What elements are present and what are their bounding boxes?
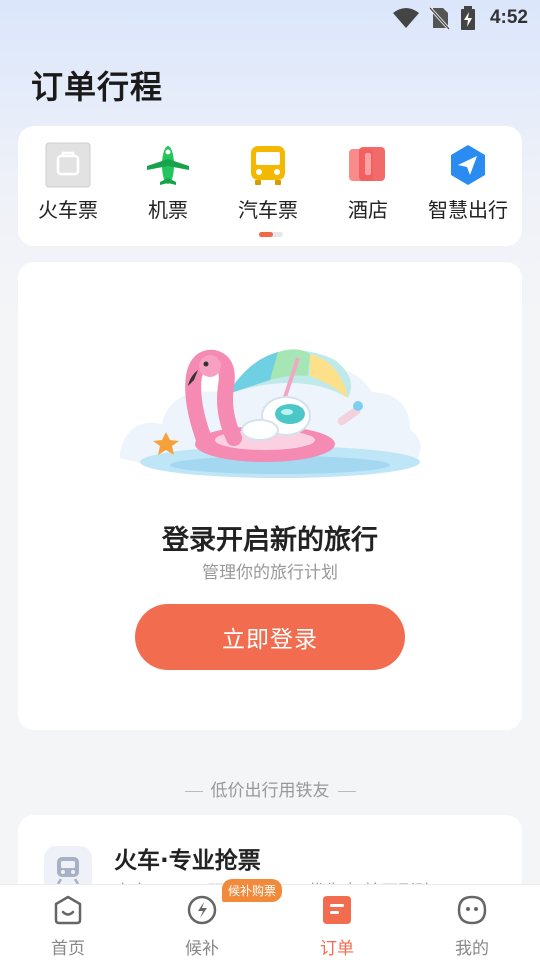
category-bus[interactable]: 汽车票 [218,142,318,223]
nav-orders[interactable]: 订单 [287,893,387,959]
status-time: 4:52 [489,7,528,28]
plane-icon [145,142,191,188]
profile-icon [455,893,489,927]
category-label: 酒店 [348,198,388,222]
category-plane[interactable]: 机票 [118,142,218,223]
divider-line-left [184,790,203,792]
category-label: 智慧出行 [428,198,508,222]
scroll-indicator-thumb [259,232,273,237]
nav-standby[interactable]: 候补 [152,893,252,959]
nav-label: 订单 [320,939,354,959]
bottom-nav: 首页 候补 候补购票 订单 我的 [0,879,540,960]
nav-label: 候补 [185,939,219,959]
nav-label: 我的 [455,939,489,959]
train-ticket-icon [45,142,91,188]
page-title: 订单行程 [31,68,164,106]
standby-icon [185,893,219,927]
bus-icon [245,142,291,188]
category-label: 机票 [148,198,188,222]
section-divider: 低价出行用铁友 [0,776,540,801]
categories-card: 火车票 机票 汽车票 酒店 智慧出行 [18,126,522,246]
nav-label: 首页 [51,939,85,959]
login-button[interactable]: 立即登录 [135,604,405,670]
login-card: 登录开启新的旅行 管理你的旅行计划 立即登录 [18,262,522,730]
nav-home[interactable]: 首页 [18,893,118,959]
hotel-icon [345,142,391,188]
category-train-ticket[interactable]: 火车票 [18,142,118,223]
category-smart-travel[interactable]: 智慧出行 [418,142,518,223]
status-bar: 4:52 [0,0,540,36]
category-hotel[interactable]: 酒店 [318,142,418,223]
category-label: 火车票 [38,198,98,222]
sim-off-icon [428,6,451,34]
login-subtitle: 管理你的旅行计划 [202,563,338,583]
battery-charging-icon [460,6,476,34]
divider-line-right [337,790,356,792]
order-icon [320,893,354,927]
train-card-title: 火车·专业抢票 [114,848,261,874]
login-title: 登录开启新的旅行 [162,525,378,556]
wifi-icon [392,6,420,34]
flamingo-float-illustration [110,332,430,496]
nav-profile[interactable]: 我的 [422,893,522,959]
category-label: 汽车票 [238,198,298,222]
scroll-indicator [259,232,283,237]
home-icon [51,893,85,927]
navigation-icon [445,142,491,188]
section-divider-label: 低价出行用铁友 [210,781,330,801]
standby-badge: 候补购票 [222,879,283,902]
